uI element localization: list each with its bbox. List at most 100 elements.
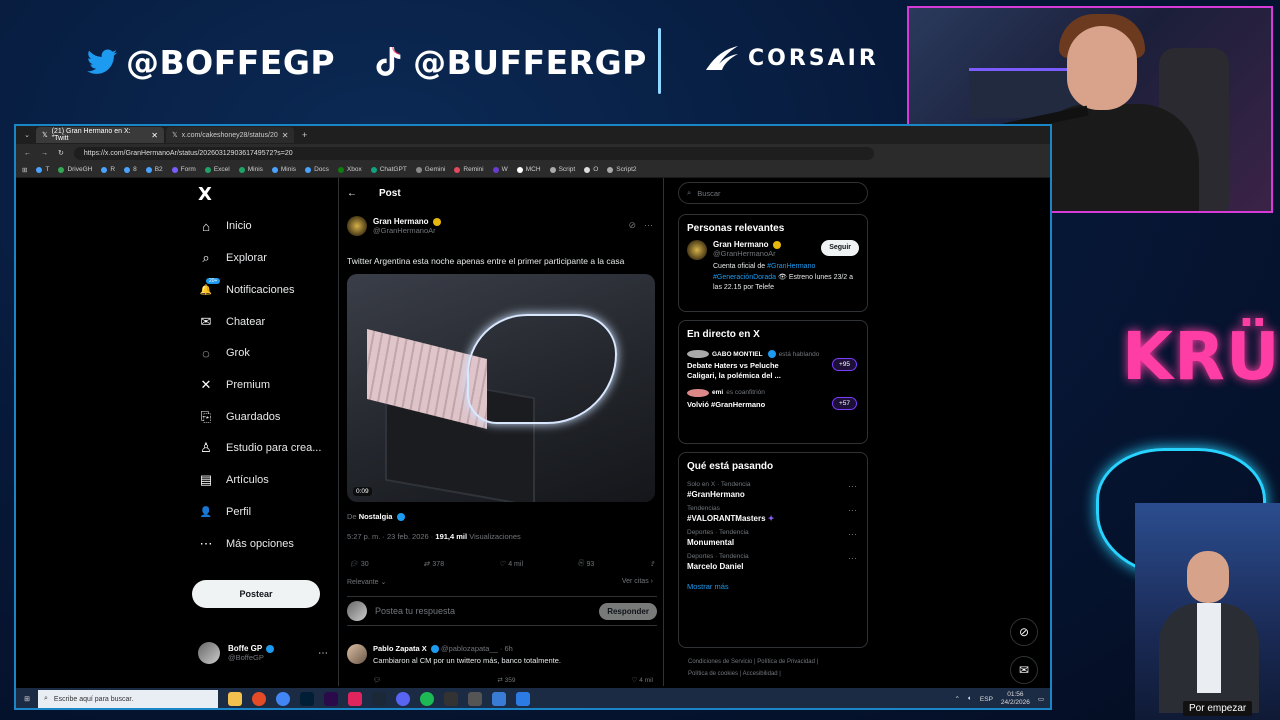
- more-icon[interactable]: ⋯: [848, 553, 857, 564]
- more-icon[interactable]: ⋯: [644, 220, 653, 231]
- bookmark-item[interactable]: DriveGH: [58, 166, 92, 173]
- footer-link[interactable]: Política de cookies: [688, 671, 738, 677]
- address-bar[interactable]: https://x.com/GranHermanoAr/status/20260…: [73, 146, 874, 160]
- bookmark-item[interactable]: Minis: [238, 166, 263, 173]
- trend-item[interactable]: Deportes · Tendencia Marcelo Daniel ⋯: [679, 550, 867, 574]
- nav-item-premium[interactable]: ✕ Premium: [198, 375, 270, 395]
- language-indicator[interactable]: ESP: [980, 696, 993, 703]
- live-space[interactable]: emi es coanfitrión Volvió #GranHermano +5…: [679, 385, 867, 414]
- like-action[interactable]: ♡ 4 mil: [499, 560, 523, 569]
- bookmark-item[interactable]: R: [101, 166, 115, 173]
- bookmark-item[interactable]: Docs: [305, 166, 329, 173]
- tray-arrow-icon[interactable]: ⌃: [955, 695, 960, 703]
- volume-icon[interactable]: 🔈︎: [968, 695, 972, 703]
- hashtag-link[interactable]: #GranHermano: [767, 263, 815, 270]
- windows-start-icon[interactable]: ⊞: [16, 695, 38, 703]
- relevant-person[interactable]: Gran Hermano @GranHermanoAr Seguir: [679, 240, 867, 260]
- tab-cakeshoney[interactable]: 𝕏 x.com/cakeshoney28/status/20 ✕: [166, 127, 294, 143]
- bookmark-item[interactable]: Remini: [454, 166, 484, 173]
- discord-icon[interactable]: [396, 692, 410, 706]
- app-icon[interactable]: [468, 692, 482, 706]
- trend-item[interactable]: Deportes · Tendencia Monumental ⋯: [679, 526, 867, 550]
- sort-relevance[interactable]: Relevante ⌄: [347, 578, 386, 586]
- footer-link[interactable]: Accesibilidad: [743, 671, 778, 677]
- bookmark-item[interactable]: Form: [171, 166, 196, 173]
- nav-item-mas-opciones[interactable]: ⋯ Más opciones: [198, 534, 294, 554]
- tweet-time[interactable]: 5:27 p. m. · 23 feb. 2026 ·: [347, 532, 433, 541]
- back-icon[interactable]: ←: [24, 150, 31, 157]
- repost-action[interactable]: ⇄ 378: [424, 560, 445, 569]
- like-action[interactable]: ♡ 4 mil: [632, 676, 653, 684]
- bookmark-item[interactable]: T: [36, 166, 49, 173]
- close-tab-icon[interactable]: ✕: [151, 131, 158, 140]
- grok-icon[interactable]: ⊘: [628, 220, 636, 231]
- reply-input[interactable]: Postea tu respuesta: [375, 606, 455, 616]
- spotify-icon[interactable]: [420, 692, 434, 706]
- more-icon[interactable]: ⋯: [848, 529, 857, 540]
- nav-item-articulos[interactable]: ▤ Artículos: [198, 470, 269, 490]
- bookmark-item[interactable]: O: [584, 166, 598, 173]
- messages-float-icon[interactable]: ✉: [1010, 656, 1038, 684]
- nav-item-perfil[interactable]: 👤 Perfil: [198, 502, 251, 522]
- photoshop-icon[interactable]: [300, 692, 314, 706]
- bookmark-item[interactable]: W: [492, 166, 508, 173]
- show-more-link[interactable]: Mostrar más: [679, 574, 867, 599]
- close-tab-icon[interactable]: ✕: [282, 131, 289, 140]
- back-arrow-icon[interactable]: ←: [347, 188, 357, 199]
- reply-tweet[interactable]: Pablo Zapata X @pablozapata__ · 6h Cambi…: [347, 644, 657, 665]
- app-icon[interactable]: [492, 692, 506, 706]
- clock[interactable]: 01:56 24/2/2026: [1001, 691, 1030, 707]
- trend-item[interactable]: Solo en X · Tendencia #GranHermano ⋯: [679, 478, 867, 502]
- app-icon[interactable]: [348, 692, 362, 706]
- source-name[interactable]: Nostalgia: [359, 512, 393, 521]
- share-action[interactable]: ⇪: [649, 560, 655, 568]
- post-button[interactable]: Postear: [192, 580, 320, 608]
- premiere-icon[interactable]: [324, 692, 338, 706]
- search-input[interactable]: ⌕ Buscar: [678, 182, 868, 204]
- tab-menu-icon[interactable]: ⌄: [20, 131, 34, 139]
- reload-icon[interactable]: ↻: [58, 149, 64, 157]
- trend-item[interactable]: Tendencias #VALORANTMasters ✦ ⋯: [679, 502, 867, 526]
- hashtag-link[interactable]: #GeneraciónDorada: [713, 274, 776, 281]
- repost-action[interactable]: ⇄ 359: [497, 676, 515, 684]
- taskbar-search[interactable]: ⌕ Escribe aquí para buscar.: [38, 690, 218, 708]
- new-tab-icon[interactable]: +: [296, 130, 307, 140]
- more-icon[interactable]: ⋯: [318, 648, 328, 659]
- more-icon[interactable]: ⋯: [848, 505, 857, 516]
- reply-button[interactable]: Responder: [599, 602, 657, 620]
- footer-link[interactable]: Política de Privacidad: [757, 659, 815, 665]
- reply-action[interactable]: 💬︎ 30: [349, 560, 369, 569]
- account-switcher[interactable]: Boffe GP @BoffeGP ⋯: [198, 642, 328, 664]
- reply-icon[interactable]: 💬︎: [373, 676, 381, 684]
- live-space[interactable]: GABO MONTIEL está hablando Debate Haters …: [679, 346, 867, 385]
- apps-grid-icon[interactable]: ⊞: [22, 166, 27, 174]
- bookmark-action[interactable]: ⎘ 93: [578, 560, 594, 568]
- steam-icon[interactable]: [372, 692, 386, 706]
- app-icon[interactable]: [516, 692, 530, 706]
- bookmark-item[interactable]: MCH: [516, 166, 541, 173]
- x-logo[interactable]: X: [198, 184, 212, 205]
- file-explorer-icon[interactable]: [228, 692, 242, 706]
- nav-item-inicio[interactable]: ⌂ Inicio: [198, 216, 252, 236]
- bookmark-item[interactable]: B2: [145, 166, 163, 173]
- nav-item-grok[interactable]: ◌ Grok: [198, 343, 250, 363]
- bookmark-item[interactable]: Minis: [271, 166, 296, 173]
- tweet-author[interactable]: Gran Hermano @GranHermanoAr: [347, 216, 441, 236]
- bookmark-item[interactable]: Excel: [204, 166, 230, 173]
- bookmark-item[interactable]: Script2: [607, 166, 637, 173]
- nav-item-notificaciones[interactable]: 🔔 20+ Notificaciones: [198, 278, 294, 300]
- tab-gran-hermano[interactable]: 𝕏 (21) Gran Hermano en X: "Twitt ✕: [36, 127, 164, 143]
- app-icon[interactable]: [444, 692, 458, 706]
- tweet-video[interactable]: 0:09: [347, 274, 655, 502]
- view-quotes-link[interactable]: Ver citas ›: [622, 578, 653, 585]
- more-icon[interactable]: ⋯: [848, 481, 857, 492]
- nav-item-estudio[interactable]: ♙ Estudio para crea...: [198, 438, 321, 458]
- footer-link[interactable]: Condiciones de Servicio: [688, 659, 752, 665]
- bookmark-item[interactable]: Xbox: [337, 166, 362, 173]
- bookmark-item[interactable]: ChatGPT: [370, 166, 407, 173]
- follow-button[interactable]: Seguir: [821, 240, 859, 256]
- obs-icon[interactable]: [252, 692, 266, 706]
- bookmark-item[interactable]: Gemini: [415, 166, 445, 173]
- nav-item-guardados[interactable]: ⎘ Guardados: [198, 407, 281, 427]
- grok-float-icon[interactable]: ⊘: [1010, 618, 1038, 646]
